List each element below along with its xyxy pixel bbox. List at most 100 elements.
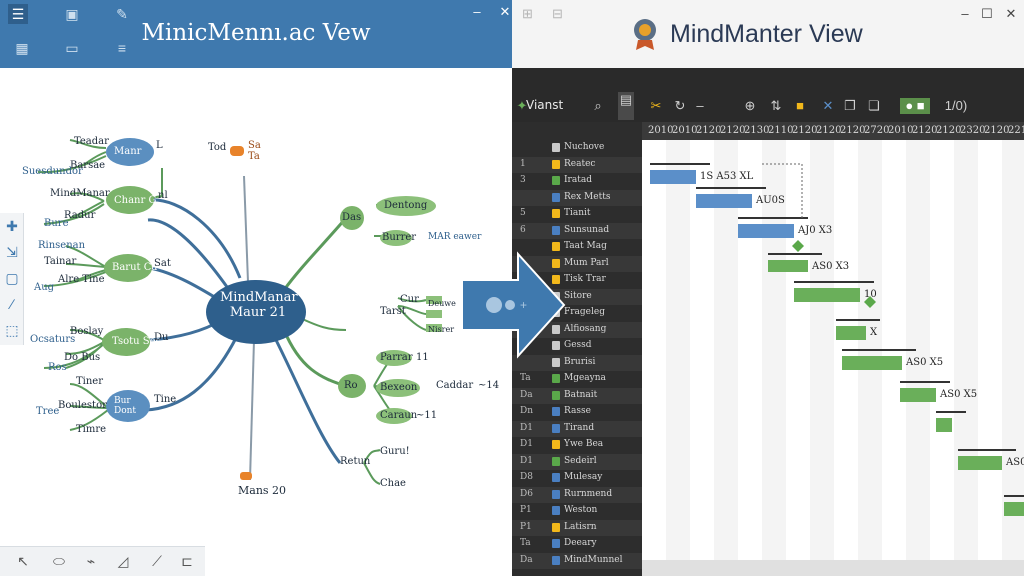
redo-icon[interactable]: ↻: [672, 98, 688, 114]
panel-icon[interactable]: ▤: [618, 92, 634, 120]
search-icon[interactable]: ⌕: [590, 98, 606, 114]
topic-label[interactable]: Tarst: [380, 306, 406, 317]
leaf-label[interactable]: MindManar: [50, 188, 110, 199]
task-row[interactable]: 6 Sunsunad: [512, 222, 642, 239]
task-row[interactable]: 1 Reatec: [512, 156, 642, 173]
paste-icon[interactable]: ❏: [866, 98, 882, 114]
leaf-label[interactable]: Deuwe: [428, 299, 456, 308]
dash-icon[interactable]: –: [692, 98, 708, 114]
topic-label[interactable]: Chanr G: [114, 195, 156, 206]
gantt-bar[interactable]: [650, 170, 696, 184]
task-status-icon: [552, 407, 560, 416]
highlight-icon[interactable]: ■: [792, 98, 808, 114]
maximize-button[interactable]: ☐: [978, 6, 996, 22]
minimize-button[interactable]: –: [956, 6, 974, 21]
leaf-label[interactable]: Tree: [36, 406, 59, 417]
zoom-readout[interactable]: 1/0): [936, 98, 976, 114]
close-cross-icon[interactable]: ✕: [820, 98, 836, 114]
gantt-bar[interactable]: [794, 288, 860, 302]
leaf-label[interactable]: Timre: [76, 424, 106, 435]
leaf-label[interactable]: Boulestor: [58, 400, 107, 411]
leaf-label[interactable]: Aug: [34, 282, 54, 293]
leaf-label[interactable]: Rinsenan: [38, 240, 85, 251]
cut-icon[interactable]: ✂: [648, 98, 664, 114]
leaf-label[interactable]: Guru!: [380, 446, 410, 457]
pointer-icon[interactable]: ↖: [12, 553, 34, 571]
gantt-bar[interactable]: [842, 356, 902, 370]
leaf-label[interactable]: Nisrer: [428, 325, 454, 334]
leaf-label[interactable]: Tiner: [76, 376, 103, 387]
topic-label[interactable]: Retun: [340, 456, 370, 467]
gantt-bar[interactable]: [1004, 502, 1024, 516]
split-icon[interactable]: ⇅: [768, 98, 784, 114]
task-row[interactable]: Dn Rasse: [512, 404, 642, 420]
ghost-toolbar-icon[interactable]: ⊟: [552, 6, 563, 22]
task-row[interactable]: D1 Sedeirl: [512, 453, 642, 470]
leaf-label[interactable]: Chae: [380, 478, 406, 489]
gantt-bar[interactable]: [696, 194, 752, 208]
bottom-node-label[interactable]: Mans 20: [238, 484, 286, 497]
topic-extra: Sat: [154, 258, 171, 269]
leaf-label[interactable]: Caraun: [380, 410, 417, 421]
leaf-label[interactable]: Teadar: [74, 136, 109, 147]
copy-icon[interactable]: ❐: [842, 98, 858, 114]
topic-label[interactable]: Das: [342, 212, 361, 223]
leaf-label[interactable]: Bure: [44, 218, 69, 229]
task-number: 1: [520, 158, 526, 169]
ghost-toolbar-icon[interactable]: ⊞: [522, 6, 533, 22]
task-row[interactable]: D1 Tirand: [512, 420, 642, 437]
active-view-icon[interactable]: ● ■: [900, 98, 930, 114]
leaf-label[interactable]: Tainar: [44, 256, 76, 267]
topic-label[interactable]: Bur Dont: [114, 396, 136, 416]
gantt-bar[interactable]: [958, 456, 1002, 470]
topic-label[interactable]: Ro: [344, 380, 358, 391]
task-number: 5: [520, 208, 526, 218]
leaf-label[interactable]: Dentong: [384, 200, 427, 211]
gantt-bar[interactable]: [836, 326, 866, 340]
close-button[interactable]: ✕: [1002, 6, 1020, 22]
task-label: Brurisi: [564, 356, 596, 367]
leaf-label[interactable]: Parrar: [380, 352, 413, 363]
gantt-bar[interactable]: [738, 224, 794, 238]
leaf-label[interactable]: MAR eawer: [428, 232, 481, 242]
task-row[interactable]: D1 Ywe Bea: [512, 437, 642, 453]
line-icon[interactable]: ⟋: [146, 553, 168, 571]
gantt-bar[interactable]: [936, 418, 952, 432]
task-row[interactable]: D6 Rurnmend: [512, 486, 642, 503]
link-icon[interactable]: ⌁: [80, 553, 102, 571]
callout-icon[interactable]: ◿: [112, 553, 134, 571]
task-label: Deeary: [564, 538, 597, 548]
task-row[interactable]: 5 Tianit: [512, 206, 642, 222]
task-row[interactable]: Nuchove: [512, 140, 642, 156]
task-row[interactable]: Da MindMunnel: [512, 552, 642, 569]
topic-label[interactable]: Barut Ca: [112, 262, 157, 273]
leaf-label[interactable]: Ros: [48, 362, 67, 373]
task-row[interactable]: D8 Mulesay: [512, 470, 642, 486]
task-row[interactable]: P1 Weston: [512, 503, 642, 519]
svg-text:+: +: [520, 298, 527, 312]
task-label: Tirand: [564, 422, 595, 433]
pin-icon[interactable]: ⊕: [742, 98, 758, 114]
task-row[interactable]: Rex Metts: [512, 189, 642, 206]
gantt-bar[interactable]: [900, 388, 936, 402]
leaf-label[interactable]: Bexeon: [380, 382, 417, 393]
task-row[interactable]: Da Batnait: [512, 387, 642, 404]
task-row[interactable]: Ta Mgeayna: [512, 371, 642, 387]
note-icon[interactable]: ⊏: [176, 553, 198, 571]
top-node-label[interactable]: Sa Ta: [248, 140, 261, 162]
leaf-label[interactable]: Do Bus: [64, 352, 100, 363]
central-topic-label[interactable]: MindManar Maur 21: [220, 290, 298, 320]
leaf-label[interactable]: Ocsaturs: [30, 334, 75, 345]
task-label: Ywe Bea: [564, 439, 604, 449]
task-row[interactable]: Ta Deeary: [512, 536, 642, 552]
minimize-button[interactable]: –: [468, 4, 486, 19]
task-row[interactable]: 3 Iratad: [512, 173, 642, 189]
leaf-label[interactable]: Burrer: [382, 232, 416, 243]
task-row[interactable]: P1 Latisrn: [512, 519, 642, 536]
shape-icon[interactable]: ⬭: [48, 553, 70, 571]
gantt-bar[interactable]: [768, 260, 808, 272]
leaf-label[interactable]: Suesdundor: [22, 166, 83, 177]
horizontal-scrollbar[interactable]: [642, 560, 1024, 576]
leaf-label[interactable]: Alre Tine: [58, 274, 105, 285]
topic-label[interactable]: Manr: [114, 146, 141, 157]
